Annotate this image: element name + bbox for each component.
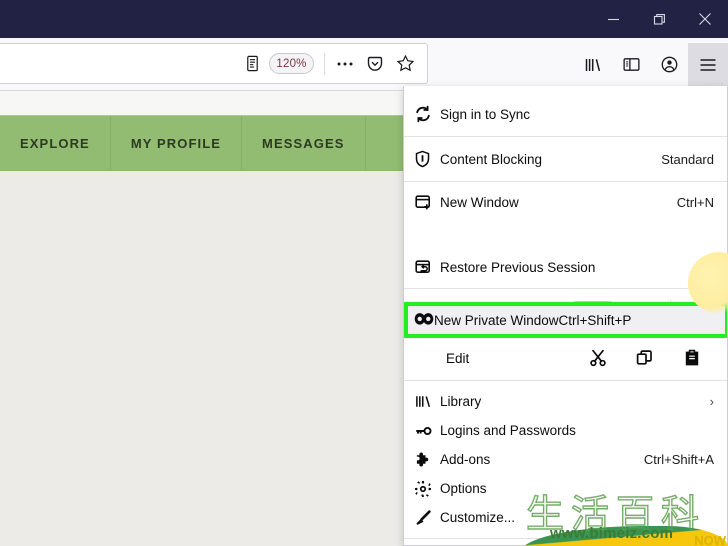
nav-item-messages[interactable]: MESSAGES [242, 116, 366, 170]
menu-item-label: Add-ons [440, 452, 491, 467]
account-icon[interactable] [650, 45, 688, 85]
menu-item-label: Logins and Passwords [440, 423, 576, 438]
browser-toolbar: 120% [0, 38, 728, 95]
menu-item-shortcut: Ctrl+Shift+P [558, 312, 632, 328]
toolbar-right-icons [574, 43, 728, 95]
app-menu-button[interactable] [688, 43, 728, 95]
reader-view-icon[interactable] [237, 49, 267, 79]
menu-item-library[interactable]: Library › [404, 387, 727, 416]
menu-item-label: Content Blocking [440, 151, 543, 167]
zoom-level-badge[interactable]: 120% [269, 53, 314, 74]
url-bar[interactable]: 120% [0, 43, 428, 84]
menu-item-logins-and-passwords[interactable]: Logins and Passwords [404, 416, 727, 445]
star-icon[interactable] [390, 49, 420, 79]
menu-item-value: Standard [661, 151, 714, 167]
cut-button[interactable] [574, 348, 621, 368]
screenshot-root: 120% EXPLORE MY PROFILE MESSAGES Sign in… [0, 0, 728, 546]
menu-item-customize[interactable]: Customize... [404, 503, 727, 532]
menu-item-options[interactable]: Options [404, 474, 727, 503]
sync-icon [414, 105, 440, 123]
highlight-annotation-box: New Private Window Ctrl+Shift+P [404, 302, 727, 338]
gear-icon [414, 480, 440, 498]
menu-edit-row: Edit [404, 336, 727, 380]
nav-item-explore[interactable]: EXPLORE [0, 116, 111, 170]
shield-icon [414, 150, 440, 168]
close-button[interactable] [682, 0, 728, 38]
minimize-button[interactable] [590, 0, 636, 38]
ellipsis-icon[interactable] [330, 49, 360, 79]
menu-item-shortcut: Ctrl+N [676, 195, 714, 210]
menu-item-add-ons[interactable]: Add-ons Ctrl+Shift+A [404, 445, 727, 474]
key-icon [414, 422, 440, 440]
new-window-icon [414, 194, 440, 212]
nav-item-my-profile[interactable]: MY PROFILE [111, 116, 243, 170]
menu-item-content-blocking[interactable]: Content Blocking Standard [404, 137, 727, 181]
menu-item-label: Library [440, 394, 482, 409]
pocket-icon[interactable] [360, 49, 390, 79]
window-titlebar [0, 0, 728, 38]
copy-button[interactable] [621, 348, 668, 368]
menu-item-shortcut: Ctrl+Shift+A [643, 452, 714, 467]
paste-button[interactable] [668, 348, 715, 368]
brush-icon [414, 509, 440, 527]
nav-label: MY PROFILE [130, 135, 222, 151]
toolbar-divider [324, 52, 325, 75]
highlighted-row-spacer [404, 217, 727, 253]
menu-item-label: Customize... [440, 510, 516, 525]
menu-item-label: Options [440, 481, 487, 496]
edit-label: Edit [446, 350, 470, 366]
menu-item-new-window[interactable]: New Window Ctrl+N [404, 188, 727, 217]
nav-label: EXPLORE [20, 135, 90, 151]
library-icon [414, 393, 440, 411]
nav-label: MESSAGES [262, 135, 345, 151]
menu-item-sign-in-to-sync[interactable]: Sign in to Sync [404, 92, 727, 136]
menu-item-restore-previous-session[interactable]: Restore Previous Session [404, 253, 727, 282]
restore-button[interactable] [636, 0, 682, 38]
library-icon[interactable] [574, 45, 612, 85]
chevron-right-icon: › [709, 394, 714, 409]
private-mask-icon [414, 312, 434, 329]
menu-item-label: New Private Window [434, 312, 559, 328]
sidebar-icon[interactable] [612, 45, 650, 85]
menu-item-label: Restore Previous Session [440, 260, 596, 275]
firefox-app-menu: Sign in to Sync Content Blocking Standar… [403, 86, 728, 546]
menu-item-new-private-window[interactable]: New Private Window Ctrl+Shift+P [408, 306, 725, 334]
puzzle-icon [414, 451, 440, 469]
menu-item-label: New Window [440, 195, 519, 210]
menu-item-label: Sign in to Sync [440, 106, 531, 122]
menu-separator [404, 538, 727, 539]
restore-session-icon [414, 259, 440, 277]
